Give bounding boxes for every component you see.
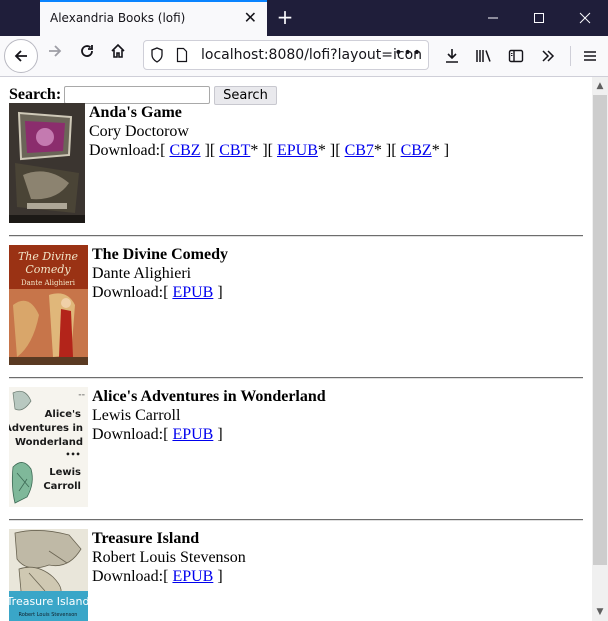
download-links: Download:[ CBZ ][ CBT* ][ EPUB* ][ CB7* …: [89, 142, 450, 159]
library-icon[interactable]: [469, 40, 499, 70]
scroll-down-arrow-icon[interactable]: ▼: [592, 605, 608, 619]
book-cover[interactable]: ≡≡ Alice's Adventures in Wonderland ••• …: [9, 387, 88, 507]
vertical-scrollbar[interactable]: ▲ ▼: [592, 77, 608, 621]
search-label: Search:: [9, 86, 62, 103]
book-entry: Treasure Island Robert Louis Stevenson T…: [9, 529, 583, 621]
minimize-icon[interactable]: [470, 0, 516, 36]
svg-text:Carroll: Carroll: [43, 481, 81, 492]
download-icon[interactable]: [437, 40, 467, 70]
download-link-epub[interactable]: EPUB: [172, 284, 213, 301]
format-star: *: [250, 142, 259, 159]
svg-text:≡≡: ≡≡: [78, 392, 85, 397]
svg-text:Adventures in: Adventures in: [9, 423, 83, 434]
svg-text:Wonderland: Wonderland: [15, 437, 83, 448]
book-author: Lewis Carroll: [92, 407, 181, 424]
page-info-icon[interactable]: [176, 47, 188, 67]
divider: [9, 235, 583, 237]
book-entry: ≡≡ Alice's Adventures in Wonderland ••• …: [9, 387, 583, 509]
book-title: Anda's Game: [89, 104, 182, 121]
svg-text:Comedy: Comedy: [25, 263, 71, 276]
new-tab-button[interactable]: +: [274, 6, 296, 28]
format-star: *: [317, 142, 326, 159]
format-star: *: [431, 142, 440, 159]
page-actions-more-icon[interactable]: •••: [394, 45, 422, 61]
download-label: Download:: [92, 426, 164, 443]
tab-title: Alexandria Books (lofi): [50, 11, 186, 25]
download-link-cbz[interactable]: CBZ: [169, 142, 200, 159]
download-link-epub[interactable]: EPUB: [172, 426, 213, 443]
svg-text:Alice's: Alice's: [45, 409, 81, 420]
tab-active[interactable]: Alexandria Books (lofi) ✕: [40, 0, 267, 36]
book-info: The Divine Comedy Dante Alighieri Downlo…: [92, 245, 228, 302]
format-star: *: [373, 142, 382, 159]
page-content: Search: Search Anda's Game Cory Doctorow…: [0, 77, 592, 621]
book-entry: Anda's Game Cory Doctorow Download:[ CBZ…: [9, 103, 583, 225]
download-link-cbt[interactable]: CBT: [219, 142, 250, 159]
scroll-thumb[interactable]: [593, 95, 607, 565]
download-label: Download:: [89, 142, 161, 159]
download-link-cb7[interactable]: CB7: [345, 142, 374, 159]
hamburger-menu-icon[interactable]: [575, 40, 605, 70]
search-form: Search: Search: [9, 85, 277, 105]
url-text[interactable]: localhost:8080/lofi?layout=icon: [201, 47, 422, 63]
divider: [9, 519, 583, 521]
book-author: Robert Louis Stevenson: [92, 549, 246, 566]
scroll-up-arrow-icon[interactable]: ▲: [592, 79, 608, 93]
book-author: Dante Alighieri: [92, 265, 192, 282]
reload-button[interactable]: [72, 40, 102, 70]
url-bar[interactable]: localhost:8080/lofi?layout=icon •••: [143, 40, 429, 70]
book-title: Alice's Adventures in Wonderland: [92, 388, 326, 405]
book-cover[interactable]: Treasure Island Robert Louis Stevenson: [9, 529, 88, 621]
book-info: Anda's Game Cory Doctorow Download:[ CBZ…: [89, 103, 449, 160]
book-info: Alice's Adventures in Wonderland Lewis C…: [92, 387, 326, 444]
download-links: Download:[ EPUB ]: [92, 568, 223, 585]
download-link-epub[interactable]: EPUB: [172, 568, 213, 585]
download-links: Download:[ EPUB ]: [92, 284, 223, 301]
back-button[interactable]: [4, 39, 38, 73]
svg-text:Treasure Island: Treasure Island: [9, 595, 88, 608]
forward-button[interactable]: [40, 40, 70, 70]
book-title: The Divine Comedy: [92, 246, 228, 263]
book-entry: The Divine Comedy Dante Alighieri The Di…: [9, 245, 583, 367]
overflow-menu-icon[interactable]: [533, 40, 563, 70]
maximize-icon[interactable]: [516, 0, 562, 36]
download-link-cbz[interactable]: CBZ: [401, 142, 432, 159]
download-links: Download:[ EPUB ]: [92, 426, 223, 443]
home-button[interactable]: [103, 40, 133, 70]
close-window-icon[interactable]: [562, 0, 608, 36]
divider: [9, 377, 583, 379]
book-title: Treasure Island: [92, 530, 200, 547]
book-info: Treasure Island Robert Louis Stevenson D…: [92, 529, 246, 586]
download-label: Download:: [92, 568, 164, 585]
toolbar-separator: [570, 46, 571, 66]
svg-text:The Divine: The Divine: [18, 250, 79, 263]
shield-icon[interactable]: [150, 47, 164, 67]
navigation-toolbar: localhost:8080/lofi?layout=icon •••: [0, 36, 608, 77]
search-input[interactable]: [64, 86, 211, 104]
tab-close-icon[interactable]: ✕: [244, 10, 257, 26]
book-cover[interactable]: [9, 103, 85, 223]
svg-text:Dante Alighieri: Dante Alighieri: [21, 279, 76, 287]
download-label: Download:: [92, 284, 164, 301]
download-link-epub[interactable]: EPUB: [277, 142, 318, 159]
tab-bar: Alexandria Books (lofi) ✕ +: [0, 0, 608, 36]
book-cover[interactable]: The Divine Comedy Dante Alighieri: [9, 245, 88, 365]
svg-text:•••: •••: [65, 450, 80, 459]
book-author: Cory Doctorow: [89, 123, 189, 140]
sidebar-icon[interactable]: [501, 40, 531, 70]
svg-text:Robert Louis Stevenson: Robert Louis Stevenson: [19, 612, 78, 618]
search-button[interactable]: Search: [214, 85, 277, 105]
svg-text:Lewis: Lewis: [49, 467, 81, 478]
